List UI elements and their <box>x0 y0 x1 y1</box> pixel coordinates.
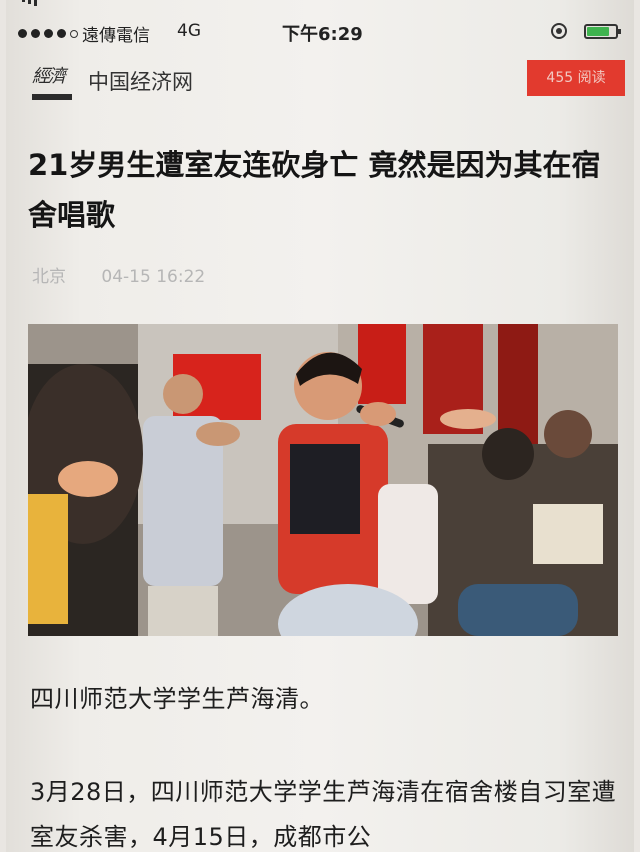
phone-screen: 遠傳電信 4G 下午6:29 經濟 中国经济网 455 阅读 21岁男生遭室友连… <box>6 0 634 852</box>
article-source-header: 經濟 中国经济网 455 阅读 <box>28 56 628 104</box>
battery-level <box>587 27 610 36</box>
clock: 下午6:29 <box>282 24 363 45</box>
article-photo[interactable] <box>28 324 618 636</box>
meta-datetime: 04-15 16:22 <box>101 267 206 287</box>
battery-icon <box>584 24 621 39</box>
source-name[interactable]: 中国经济网 <box>88 66 193 96</box>
views-badge: 455 阅读 <box>527 60 625 96</box>
article-title: 21岁男生遭室友连砍身亡 竟然是因为其在宿舍唱歌 <box>28 148 601 232</box>
source-logo-icon[interactable]: 經濟 <box>32 62 72 100</box>
signal-strength-icon <box>18 29 78 38</box>
meta-source: 北京 <box>32 267 66 287</box>
orientation-lock-icon <box>551 23 567 39</box>
cropped-signal-bars <box>10 0 37 6</box>
article-paragraph: 3月28日，四川师范大学学生芦海清在宿舍楼自习室遭室友杀害，4月15日，成都市公 <box>30 778 617 851</box>
article-meta: 北京 04-15 16:22 <box>32 262 205 287</box>
article-paragraph: 四川师范大学学生芦海清。 <box>30 685 324 713</box>
network-type: 4G <box>177 21 201 41</box>
carrier-name: 遠傳電信 <box>82 26 150 46</box>
status-bar: 遠傳電信 4G 下午6:29 <box>6 0 634 62</box>
photo-illustration <box>28 324 618 636</box>
